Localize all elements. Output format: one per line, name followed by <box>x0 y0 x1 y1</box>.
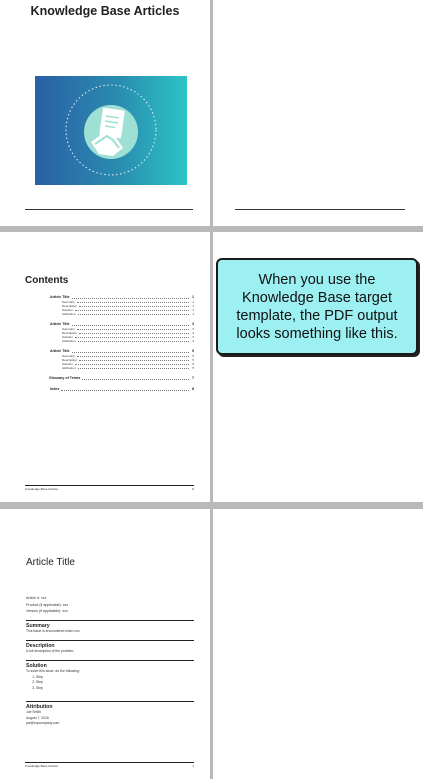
blank-page <box>213 0 423 226</box>
blank-page-rule <box>235 209 405 210</box>
summary-text: This issue is encountered when xxx. <box>26 629 81 633</box>
article-page: Article Title Article #: xxx Product (if… <box>0 509 210 779</box>
cover-illustration <box>35 76 187 185</box>
toc-index-entry[interactable]: Index 8 <box>50 386 194 392</box>
blank-page-bottom-right <box>213 509 423 779</box>
description-text: A full description of the problem. <box>26 649 75 653</box>
page-spread-background: Knowledge Base Articles Contents Article… <box>0 0 423 779</box>
description-section: Description A full description of the pr… <box>26 640 194 655</box>
step-item: Step <box>36 686 194 692</box>
summary-section: Summary This issue is encountered when x… <box>26 620 194 635</box>
knowledge-document-icon <box>65 84 157 176</box>
contents-page: Contents Article Title 1 Summary 1 Descrip… <box>0 232 210 502</box>
cover-page: Knowledge Base Articles <box>0 0 210 226</box>
article-title: Article Title <box>26 557 75 568</box>
contents-footer: Knowledge Base Articles iii <box>25 485 194 491</box>
solution-section: Solution To solve this issue, do the fol… <box>26 660 194 691</box>
cover-rule <box>25 209 193 210</box>
contents-heading: Contents <box>25 275 69 286</box>
callout-box: When you use the Knowledge Base target t… <box>216 258 418 355</box>
article-meta: Article #: xxx Product (if applicable): … <box>26 596 69 613</box>
cover-title: Knowledge Base Articles <box>30 4 180 18</box>
callout-text: When you use the Knowledge Base target t… <box>236 271 398 342</box>
solution-steps: Step Step Step <box>26 675 194 692</box>
table-of-contents: Article Title 1 Summary 1 Description 1 Sol… <box>49 294 194 392</box>
article-footer: Knowledge Base Articles 1 <box>25 762 194 768</box>
attribution-section: Attribution Joe Smith August 7, 2016 joe… <box>26 701 194 727</box>
